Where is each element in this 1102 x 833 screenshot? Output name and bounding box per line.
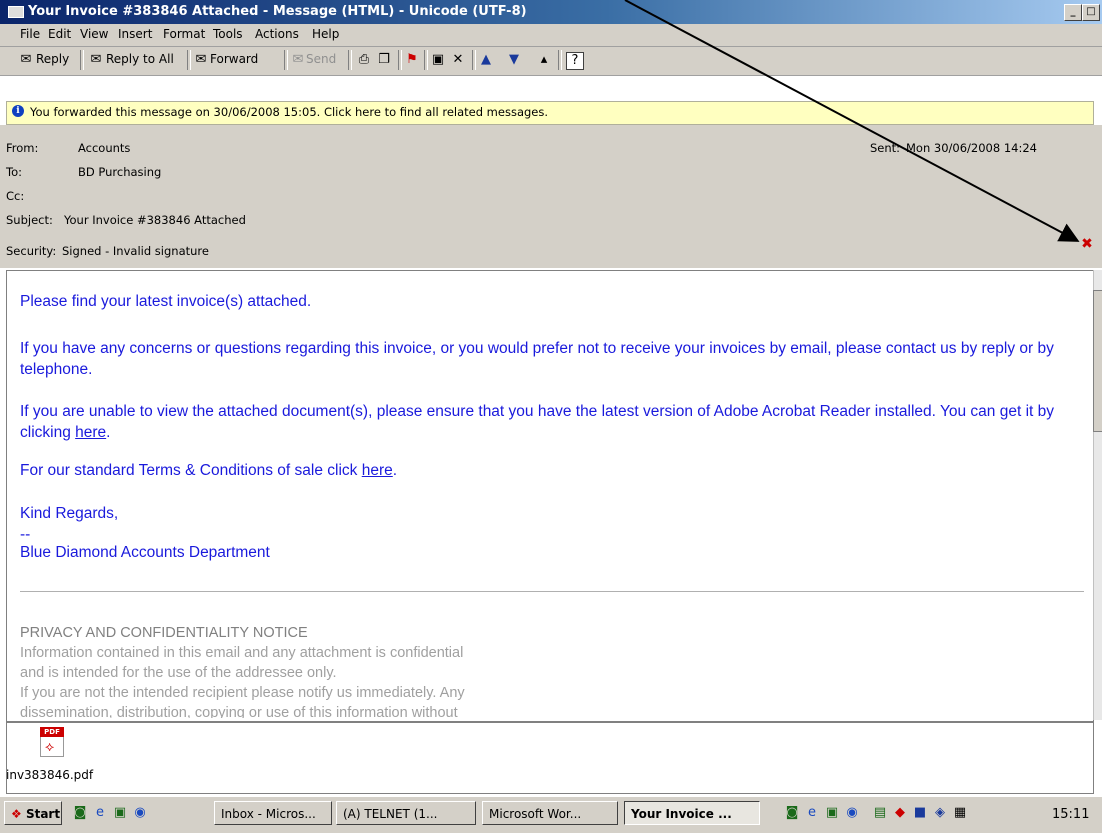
toolbar-separator xyxy=(348,50,352,70)
tray-outlook-icon[interactable]: ◙ xyxy=(784,805,800,821)
to-value[interactable]: BD Purchasing xyxy=(78,165,161,179)
signature-text: Blue Diamond Accounts Department xyxy=(20,544,270,561)
forward-icon: ✉ xyxy=(195,52,207,67)
envelope-icon xyxy=(8,6,24,18)
toolbar-separator xyxy=(284,50,288,70)
delete-icon[interactable]: ✕ xyxy=(450,52,466,68)
toolbar-separator xyxy=(80,50,84,70)
attachment-filename[interactable]: inv383846.pdf xyxy=(6,768,93,782)
toolbar-separator xyxy=(398,50,402,70)
notice-line: If you are not the intended recipient pl… xyxy=(20,685,465,701)
tray-display-icon[interactable]: ■ xyxy=(912,805,928,821)
quicklaunch-ie-icon[interactable]: e xyxy=(92,805,108,821)
address-book-icon[interactable]: ▴ xyxy=(536,52,552,68)
security-label: Security: xyxy=(6,244,57,258)
window-title: Your Invoice #383846 Attached - Message … xyxy=(28,4,527,19)
body-text: For our standard Terms & Conditions of s… xyxy=(20,462,358,479)
quicklaunch-outlook-icon[interactable]: ◙ xyxy=(72,805,88,821)
regards-text: Kind Regards, xyxy=(20,505,119,522)
tray-security-icon[interactable]: ◆ xyxy=(892,805,908,821)
maximize-button[interactable]: □ xyxy=(1082,4,1100,21)
next-item-icon[interactable]: ▼ xyxy=(506,52,522,68)
tray-shield-icon[interactable]: ◈ xyxy=(932,805,948,821)
quicklaunch-desktop-icon[interactable]: ▣ xyxy=(112,805,128,821)
from-label: From: xyxy=(6,141,39,155)
info-icon: i xyxy=(12,105,24,117)
acrobat-icon: ⟡ xyxy=(45,739,55,755)
windows-logo-icon: ❖ xyxy=(11,807,22,821)
menu-format[interactable]: Format xyxy=(163,27,205,41)
previous-item-icon[interactable]: ▲ xyxy=(478,52,494,68)
start-button[interactable]: ❖ Start xyxy=(4,801,62,825)
body-paragraph: If you have any concerns or questions re… xyxy=(20,340,1054,378)
toolbar-separator xyxy=(187,50,191,70)
notice-line: Information contained in this email and … xyxy=(20,645,464,661)
to-label: To: xyxy=(6,165,22,179)
notice-line: and is intended for the use of the addre… xyxy=(20,665,337,681)
menu-view[interactable]: View xyxy=(80,27,108,41)
minimize-button[interactable]: _ xyxy=(1064,4,1082,21)
start-label: Start xyxy=(25,807,61,821)
sent-value: Mon 30/06/2008 14:24 xyxy=(906,141,1037,155)
quicklaunch-media-icon[interactable]: ◉ xyxy=(132,805,148,821)
reply-icon: ✉ xyxy=(20,52,32,67)
toolbar-separator xyxy=(472,50,476,70)
body-paragraph: If you are unable to view the attached d… xyxy=(20,403,1054,441)
notice-title: PRIVACY AND CONFIDENTIALITY NOTICE xyxy=(20,625,308,641)
subject-label: Subject: xyxy=(6,213,53,227)
tray-ie-icon[interactable]: e xyxy=(804,805,820,821)
scrollbar-thumb[interactable] xyxy=(1093,290,1102,432)
send-icon: ✉ xyxy=(292,52,304,67)
notice-line: dissemination, distribution, copying or … xyxy=(20,705,458,718)
taskbar-item-invoice[interactable]: Your Invoice ... xyxy=(624,801,760,825)
divider xyxy=(20,591,1084,592)
forward-button[interactable]: Forward xyxy=(210,52,258,66)
taskbar-clock: 15:11 xyxy=(1052,807,1090,822)
flag-icon[interactable]: ⚑ xyxy=(404,52,420,68)
body-paragraph: For our standard Terms & Conditions of s… xyxy=(20,462,398,479)
pdf-badge: PDF xyxy=(40,727,64,737)
tray-network-icon[interactable]: ▦ xyxy=(952,805,968,821)
attachment-pane xyxy=(6,722,1094,794)
terms-link[interactable]: here xyxy=(362,462,393,479)
menu-edit[interactable]: Edit xyxy=(48,27,71,41)
cc-label: Cc: xyxy=(6,189,25,203)
toolbar-separator xyxy=(558,50,562,70)
reply-all-icon: ✉ xyxy=(90,52,102,67)
menu-help[interactable]: Help xyxy=(312,27,339,41)
send-button[interactable]: Send xyxy=(306,52,336,66)
taskbar-item-inbox[interactable]: Inbox - Micros... xyxy=(214,801,332,825)
reply-all-button[interactable]: Reply to All xyxy=(106,52,174,66)
copy-icon[interactable]: ❐ xyxy=(376,52,392,68)
menu-insert[interactable]: Insert xyxy=(118,27,152,41)
body-text: If you are unable to view the attached d… xyxy=(20,403,1054,441)
acrobat-download-link[interactable]: here xyxy=(75,424,106,441)
menu-actions[interactable]: Actions xyxy=(255,27,299,41)
info-bar-text[interactable]: You forwarded this message on 30/06/2008… xyxy=(30,105,548,119)
move-to-folder-icon[interactable]: ▣ xyxy=(430,52,446,68)
help-icon[interactable]: ? xyxy=(566,52,584,70)
subject-value: Your Invoice #383846 Attached xyxy=(64,213,246,227)
from-value[interactable]: Accounts xyxy=(78,141,130,155)
taskbar-item-telnet[interactable]: (A) TELNET (1... xyxy=(336,801,476,825)
toolbar-separator xyxy=(424,50,428,70)
menu-file[interactable]: File xyxy=(20,27,40,41)
body-paragraph: Please find your latest invoice(s) attac… xyxy=(20,293,312,310)
security-value: Signed - Invalid signature xyxy=(62,244,209,258)
tray-app-icon[interactable]: ▤ xyxy=(872,805,888,821)
invalid-signature-icon[interactable]: ✖ xyxy=(1078,235,1096,253)
menu-tools[interactable]: Tools xyxy=(213,27,243,41)
sent-label: Sent: xyxy=(870,141,901,155)
tray-media-icon[interactable]: ◉ xyxy=(844,805,860,821)
tray-desktop-icon[interactable]: ▣ xyxy=(824,805,840,821)
reply-button[interactable]: Reply xyxy=(36,52,69,66)
print-icon[interactable]: ⎙ xyxy=(356,52,372,68)
taskbar-item-word[interactable]: Microsoft Wor... xyxy=(482,801,618,825)
